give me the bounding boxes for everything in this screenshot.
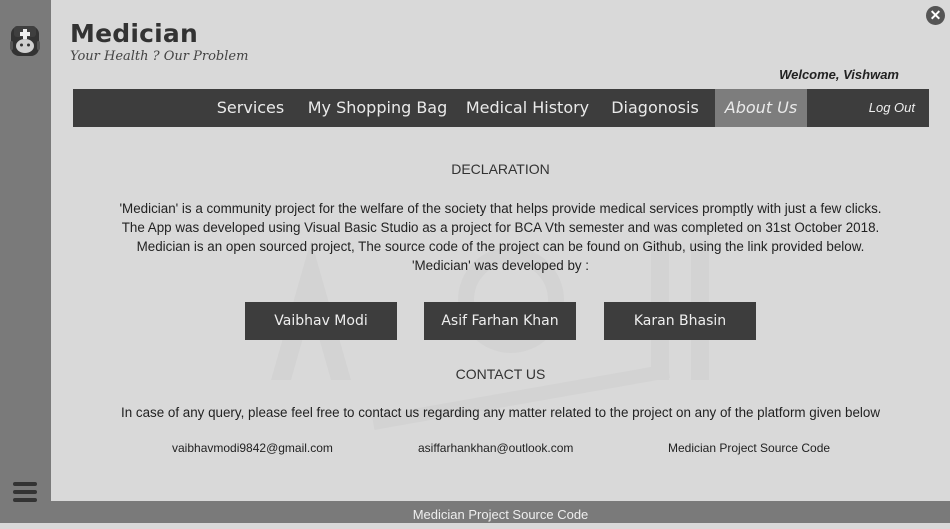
nav-item-services[interactable]: Services <box>206 89 295 127</box>
doctor-icon <box>10 26 40 56</box>
source-code-link[interactable]: Medician Project Source Code <box>668 441 830 455</box>
left-sidebar <box>0 0 51 523</box>
logout-button[interactable]: Log Out <box>869 89 915 127</box>
nav-item-medical-history[interactable]: Medical History <box>458 89 597 127</box>
nav-item-about-us[interactable]: About Us <box>715 89 807 127</box>
app-title: Medician <box>70 19 198 48</box>
email-link-vaibhav[interactable]: vaibhavmodi9842@gmail.com <box>172 441 333 455</box>
close-icon[interactable]: ✕ <box>926 6 945 25</box>
declaration-line: The App was developed using Visual Basic… <box>121 220 880 235</box>
declaration-line: 'Medician' is a community project for th… <box>119 201 882 216</box>
declaration-line: 'Medician' was developed by : <box>411 258 590 273</box>
declaration-heading: DECLARATION <box>451 161 550 177</box>
contact-heading: CONTACT US <box>455 366 546 382</box>
nav-item-diagonosis[interactable]: Diagonosis <box>605 89 705 127</box>
app-tagline: Your Health ? Our Problem <box>70 49 249 64</box>
email-link-asif[interactable]: asiffarhankhan@outlook.com <box>418 441 573 455</box>
hamburger-menu-icon[interactable] <box>13 482 37 504</box>
welcome-message: Welcome, Vishwam <box>779 67 899 82</box>
declaration-line: Medician is an open sourced project, The… <box>136 239 865 254</box>
declaration-text: 'Medician' is a community project for th… <box>51 199 950 275</box>
contact-text: In case of any query, please feel free t… <box>121 405 880 420</box>
developer-button-vaibhav-modi[interactable]: Vaibhav Modi <box>245 302 397 340</box>
developer-button-asif-farhan-khan[interactable]: Asif Farhan Khan <box>424 302 576 340</box>
developer-button-karan-bhasin[interactable]: Karan Bhasin <box>604 302 756 340</box>
nav-item-my-shopping-bag[interactable]: My Shopping Bag <box>305 89 450 127</box>
footer-source-code-link[interactable]: Medician Project Source Code <box>51 501 950 523</box>
main-panel: Medician Your Health ? Our Problem ✕ Wel… <box>51 0 950 501</box>
nav-bar: Services My Shopping Bag Medical History… <box>73 89 929 127</box>
